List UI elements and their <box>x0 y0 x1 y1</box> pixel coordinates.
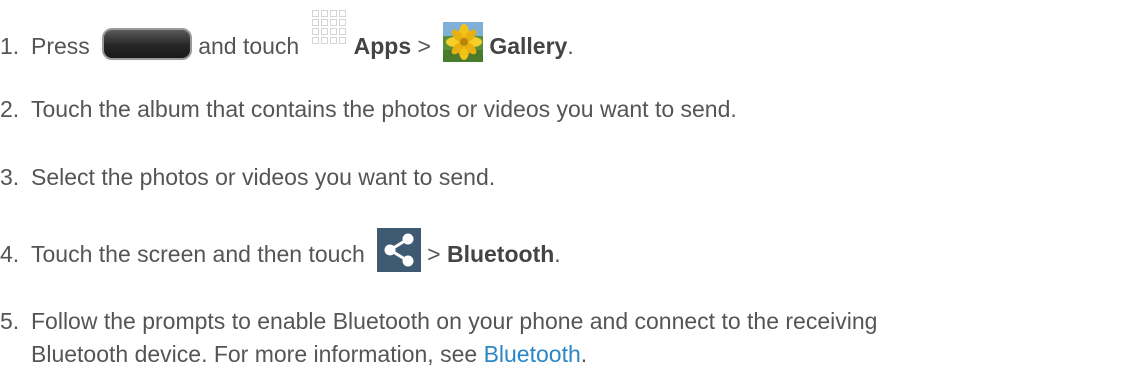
step-text: Touch the screen and then touch <box>31 241 365 268</box>
step-text-line1: Follow the prompts to enable Bluetooth o… <box>31 308 878 334</box>
step-4: 4. Touch the screen and then touch > Blue… <box>0 228 561 278</box>
step-text: Select the photos or videos you want to … <box>31 164 496 190</box>
step-5: 5. Follow the prompts to enable Bluetooth… <box>0 305 877 371</box>
bluetooth-label: Bluetooth <box>446 241 555 268</box>
step-number: 5. <box>0 308 20 334</box>
step-number: 1. <box>0 33 20 60</box>
separator: > <box>417 33 431 60</box>
apps-grid-icon <box>311 10 348 58</box>
apps-label: Apps <box>353 33 412 60</box>
step-end: . <box>580 341 588 367</box>
step-end: . <box>554 241 561 268</box>
gallery-label: Gallery <box>489 33 568 60</box>
share-icon <box>377 228 422 272</box>
step-2: 2. Touch the album that contains the phot… <box>0 96 737 123</box>
step-text-line2-prefix: Bluetooth device. For more information, … <box>31 341 478 367</box>
step-number: 2. <box>0 96 20 122</box>
step-text-and-touch: and touch <box>198 33 300 60</box>
step-text-press: Press <box>31 33 90 60</box>
home-key-icon <box>102 28 193 60</box>
separator: > <box>427 241 441 268</box>
step-1: 1. Press and touch Apps > Gallery. <box>0 10 574 72</box>
step-number: 3. <box>0 164 20 190</box>
step-number: 4. <box>0 241 20 268</box>
bluetooth-link[interactable]: Bluetooth <box>484 341 581 367</box>
step-text: Touch the album that contains the photos… <box>31 96 737 122</box>
step-text-line2: Bluetooth device. For more information, … <box>0 338 877 371</box>
step-end: . <box>567 33 574 60</box>
step-3: 3. Select the photos or videos you want t… <box>0 164 495 191</box>
gallery-icon <box>443 22 484 62</box>
